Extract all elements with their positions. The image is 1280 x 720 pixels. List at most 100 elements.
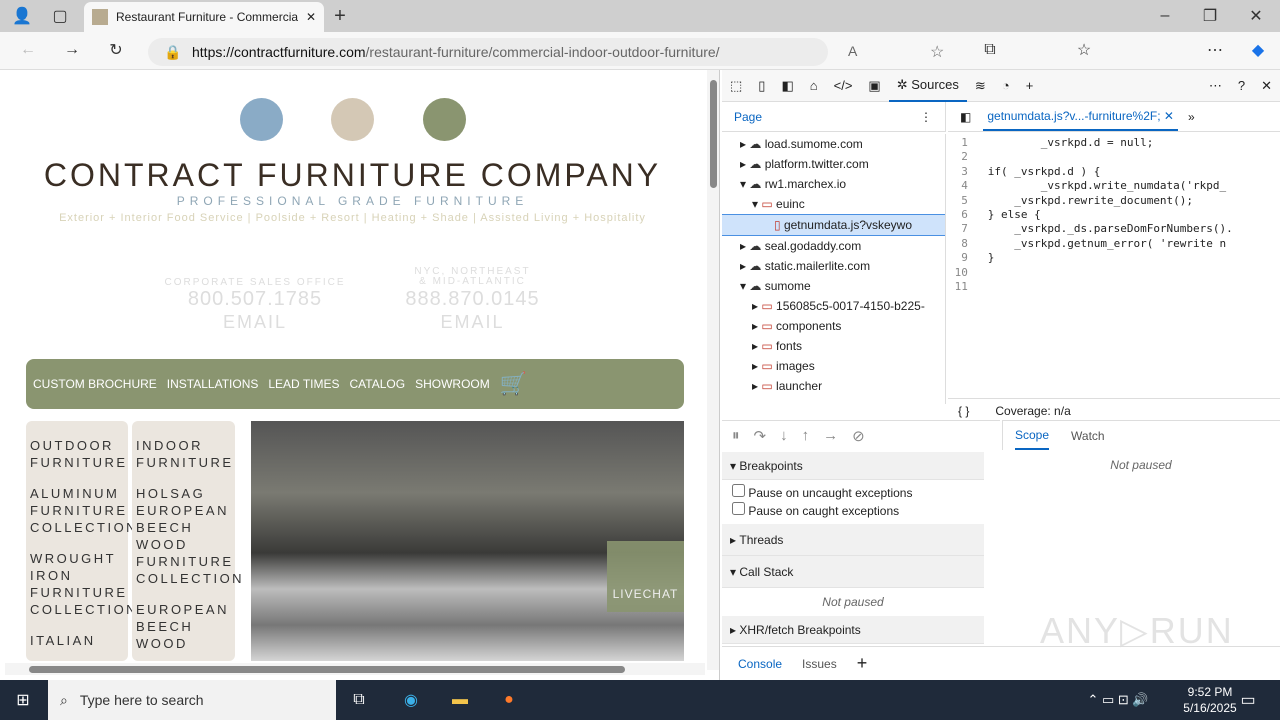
- step-over-icon[interactable]: ↷: [754, 427, 767, 445]
- refresh-button[interactable]: ↻: [106, 40, 126, 60]
- favorite-star-icon[interactable]: ☆: [930, 42, 944, 62]
- browser-tab[interactable]: Restaurant Furniture - Commercial ✕: [84, 2, 324, 32]
- windows-start-icon[interactable]: ⊞: [12, 690, 34, 710]
- expanded-arrow-icon[interactable]: ▾: [740, 177, 749, 191]
- category-link[interactable]: ALUMINUM FURNITURE COLLECTIONS: [30, 485, 147, 536]
- office2-phone[interactable]: 888.870.0145: [370, 288, 575, 311]
- close-devtools-icon[interactable]: ✕: [1253, 70, 1280, 102]
- call-stack-section[interactable]: ▾ Call Stack: [722, 556, 984, 588]
- tree-item[interactable]: ▸ ☁ seal.godaddy.com: [722, 236, 945, 256]
- collapsed-arrow-icon[interactable]: ▸: [740, 137, 749, 151]
- tree-item[interactable]: ▾ ▭ euinc: [722, 194, 945, 214]
- tree-item[interactable]: ▸ ☁ load.sumome.com: [722, 134, 945, 154]
- vertical-scrollbar[interactable]: [707, 70, 719, 670]
- office1-email[interactable]: EMAIL: [150, 312, 360, 333]
- close-tab-icon[interactable]: ✕: [306, 10, 316, 24]
- task-view-icon[interactable]: ⧉: [348, 690, 370, 710]
- tree-item[interactable]: ▸ ▭ components: [722, 316, 945, 336]
- taskbar-search[interactable]: ⌕ Type here to search: [48, 680, 336, 720]
- tree-item[interactable]: ▾ ☁ rw1.marchex.io: [722, 174, 945, 194]
- tree-item[interactable]: ▯ getnumdata.js?vskeywo: [722, 214, 945, 236]
- nav-showroom[interactable]: SHOWROOM: [415, 377, 490, 391]
- file-tab[interactable]: getnumdata.js?v...-furniture%2F; ✕: [983, 103, 1178, 131]
- breakpoints-section[interactable]: ▾ Breakpoints: [722, 452, 984, 480]
- category-link[interactable]: INDOOR FURNITURE: [136, 437, 235, 471]
- minimize-button[interactable]: –: [1155, 6, 1175, 26]
- deactivate-breakpoints-icon[interactable]: ⊘: [852, 427, 865, 445]
- drawer-tab-issues[interactable]: Issues: [802, 657, 837, 671]
- nav-catalog[interactable]: CATALOG: [350, 377, 406, 391]
- close-window-button[interactable]: ✕: [1246, 6, 1266, 26]
- tree-item[interactable]: ▸ ☁ static.mailerlite.com: [722, 256, 945, 276]
- collapsed-arrow-icon[interactable]: ▸: [752, 339, 761, 353]
- livechat-button[interactable]: LIVECHAT: [607, 541, 684, 612]
- toggle-navigator-icon[interactable]: ◧: [948, 110, 983, 124]
- extensions-icon[interactable]: ⧉: [980, 40, 1000, 60]
- help-icon[interactable]: ?: [1230, 70, 1253, 102]
- file-explorer-icon[interactable]: ▬: [447, 688, 473, 712]
- firefox-icon[interactable]: ●: [496, 688, 522, 712]
- code-editor[interactable]: 1 _vsrkpd.d = null; 2 3 if( _vsrkpd.d ) …: [948, 136, 1268, 366]
- category-link[interactable]: EUROPEAN BEECH WOOD: [136, 601, 235, 652]
- pause-icon[interactable]: ⏸: [732, 427, 740, 444]
- nav-lead-times[interactable]: LEAD TIMES: [268, 377, 339, 391]
- navigator-menu-icon[interactable]: ⋮: [920, 110, 932, 124]
- threads-section[interactable]: ▸ Threads: [722, 524, 984, 556]
- tree-item[interactable]: ▸ ▭ images: [722, 356, 945, 376]
- office1-phone[interactable]: 800.507.1785: [150, 288, 360, 311]
- maximize-button[interactable]: ❐: [1200, 6, 1220, 26]
- welcome-home-icon[interactable]: ⌂: [802, 70, 826, 102]
- pause-caught-checkbox[interactable]: [732, 502, 745, 515]
- collapsed-arrow-icon[interactable]: ▸: [740, 259, 749, 273]
- collapsed-arrow-icon[interactable]: ▸: [740, 239, 749, 253]
- performance-icon[interactable]: ◔: [994, 70, 1018, 102]
- category-link[interactable]: ITALIAN: [30, 632, 128, 649]
- drawer-tab-console[interactable]: Console: [738, 657, 782, 671]
- nav-installations[interactable]: INSTALLATIONS: [167, 377, 259, 391]
- system-tray[interactable]: ⌃ ▭ ⊡ 🔊: [1068, 690, 1168, 710]
- nav-custom-brochure[interactable]: CUSTOM BROCHURE: [33, 377, 157, 391]
- tree-item[interactable]: ▸ ▭ launcher: [722, 376, 945, 396]
- notifications-icon[interactable]: ▭: [1238, 690, 1258, 710]
- favorites-icon[interactable]: ☆: [1074, 40, 1094, 60]
- devtools-menu-icon[interactable]: ⋯: [1201, 70, 1230, 102]
- tab-scope[interactable]: Scope: [1015, 422, 1050, 450]
- edge-taskbar-icon[interactable]: ◉: [398, 688, 424, 712]
- step-into-icon[interactable]: ↓: [780, 427, 788, 444]
- page-tab[interactable]: Page: [734, 110, 762, 124]
- xhr-section[interactable]: ▸ XHR/fetch Breakpoints: [722, 616, 984, 644]
- profile-icon[interactable]: 👤: [10, 6, 34, 26]
- step-icon[interactable]: →: [823, 427, 838, 444]
- horizontal-scrollbar[interactable]: [5, 663, 705, 675]
- category-link[interactable]: WROUGHT IRON FURNITURE COLLECTIONS: [30, 550, 147, 618]
- collapsed-arrow-icon[interactable]: ▸: [752, 299, 761, 313]
- step-out-icon[interactable]: ↑: [802, 427, 810, 444]
- read-aloud-icon[interactable]: A: [848, 43, 857, 59]
- category-link[interactable]: OUTDOOR FURNITURE: [30, 437, 128, 471]
- collapsed-arrow-icon[interactable]: ▸: [752, 379, 761, 393]
- device-icon[interactable]: ▯: [750, 70, 773, 102]
- collapsed-arrow-icon[interactable]: ▸: [752, 359, 761, 373]
- tree-item[interactable]: ▸ ☁ platform.twitter.com: [722, 154, 945, 174]
- tree-item[interactable]: ▸ ▭ fonts: [722, 336, 945, 356]
- new-tab-button[interactable]: +: [330, 5, 350, 27]
- elements-icon[interactable]: </>: [826, 70, 861, 102]
- tab-watch[interactable]: Watch: [1071, 429, 1105, 443]
- pretty-print-button[interactable]: { }: [958, 404, 969, 418]
- pause-uncaught-checkbox[interactable]: [732, 484, 745, 497]
- tab-sources[interactable]: ✲ Sources: [888, 70, 967, 102]
- office2-email[interactable]: EMAIL: [370, 312, 575, 333]
- url-bar[interactable]: 🔒 https://contractfurniture.com/restaura…: [148, 38, 944, 66]
- copilot-icon[interactable]: ◆: [1246, 38, 1270, 62]
- network-icon[interactable]: ≋: [967, 70, 994, 102]
- dock-icon[interactable]: ◧: [773, 70, 801, 102]
- tree-item[interactable]: ▸ ▭ 156085c5-0017-4150-b225-: [722, 296, 945, 316]
- more-tabs-icon[interactable]: »: [1178, 110, 1205, 124]
- console-icon[interactable]: ▣: [860, 70, 888, 102]
- collapsed-arrow-icon[interactable]: ▸: [752, 319, 761, 333]
- expanded-arrow-icon[interactable]: ▾: [740, 279, 749, 293]
- tab-actions-icon[interactable]: ▢: [50, 6, 70, 26]
- expanded-arrow-icon[interactable]: ▾: [752, 197, 761, 211]
- category-link[interactable]: HOLSAG EUROPEAN BEECH WOOD FURNITURE COL…: [136, 485, 242, 587]
- add-drawer-tab-icon[interactable]: +: [857, 653, 868, 674]
